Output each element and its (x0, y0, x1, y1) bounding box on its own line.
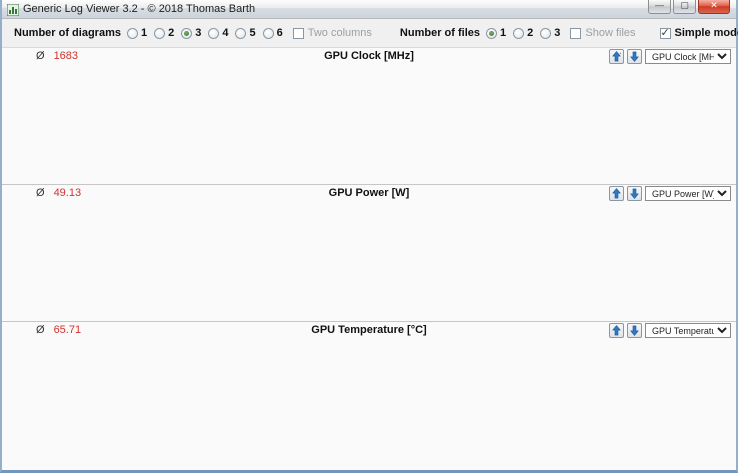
close-button[interactable]: ✕ (698, 0, 730, 14)
two-columns-checkbox[interactable] (292, 27, 304, 39)
radio-option-5[interactable]: 5 (235, 27, 256, 39)
chart-panel-gpu-power: Ø 49.13 GPU Power [W] 0102030405000:0000… (2, 185, 736, 322)
minimize-icon: — (655, 0, 664, 10)
file-count-radio-group: 1 2 3 (486, 27, 560, 39)
radio-option-4[interactable]: 4 (208, 27, 228, 39)
move-series-up-button[interactable]: 0102030405000:0000:0200:0400:0600:0800:1… (609, 186, 624, 201)
move-series-up-button[interactable]: 01020304050607000:0000:0200:0400:0600:08… (609, 323, 624, 338)
chart-panel-gpu-temperature: Ø 65.71 GPU Temperature [°C] 01020304050… (2, 322, 736, 470)
average-value: 1683 (53, 50, 79, 62)
move-series-down-button[interactable] (627, 186, 642, 201)
series-selector[interactable]: GPU Temperature [°C] (645, 323, 731, 338)
gpu-temperature-chart (2, 339, 734, 470)
gpu-clock-chart (2, 65, 734, 184)
charts-container: Ø 1683 GPU Clock [MHz] 05001000150000:00… (2, 48, 736, 470)
chart-header: Ø 65.71 GPU Temperature [°C] 01020304050… (2, 322, 736, 339)
toolbar: Number of diagrams 1 2 3 4 5 6 Two columns Nu… (2, 19, 738, 48)
radio-icon[interactable] (540, 27, 552, 39)
minimize-button[interactable]: — (648, 0, 671, 14)
radio-icon[interactable] (126, 27, 138, 39)
window-title: Generic Log Viewer 3.2 - © 2018 Thomas B… (23, 3, 256, 15)
two-columns-checkbox-item[interactable]: Two columns (292, 27, 372, 39)
radio-option-3[interactable]: 3 (540, 27, 560, 39)
radio-label: 3 (554, 27, 561, 39)
radio-option-2[interactable]: 2 (513, 27, 533, 39)
radio-icon[interactable] (486, 27, 497, 39)
series-selector[interactable]: GPU Clock [MHz] (645, 49, 731, 64)
app-logo-icon (6, 3, 20, 17)
chart-panel-gpu-clock: Ø 1683 GPU Clock [MHz] 05001000150000:00… (2, 48, 736, 185)
radio-option-6[interactable]: 6 (262, 27, 283, 39)
radio-label: 4 (222, 27, 229, 39)
simple-mode-checkbox-item[interactable]: Simple mode (659, 26, 738, 39)
radio-label: 6 (276, 27, 283, 39)
radio-icon[interactable] (513, 27, 525, 39)
radio-option-1[interactable]: 1 (126, 27, 148, 39)
radio-icon[interactable] (181, 27, 193, 39)
average-symbol: Ø (36, 187, 45, 199)
gpu-power-chart (2, 202, 734, 321)
radio-icon[interactable] (208, 27, 220, 39)
move-series-down-button[interactable] (627, 49, 642, 64)
series-selector[interactable]: GPU Power [W] (645, 186, 731, 201)
maximize-icon: ▢ (680, 0, 689, 10)
move-series-up-button[interactable]: 05001000150000:0000:0200:0400:0600:0800:… (609, 49, 624, 64)
radio-option-1[interactable]: 1 (486, 27, 506, 39)
radio-label: 1 (140, 27, 148, 39)
radio-option-3[interactable]: 3 (181, 27, 201, 39)
average-value: 49.13 (53, 187, 82, 199)
radio-label: 2 (168, 27, 175, 39)
average-symbol: Ø (36, 50, 45, 62)
title-bar: Generic Log Viewer 3.2 - © 2018 Thomas B… (2, 0, 736, 19)
radio-label: 5 (249, 27, 256, 39)
simple-mode-checkbox[interactable] (659, 26, 671, 39)
number-of-files-label: Number of files (399, 27, 480, 39)
show-files-checkbox[interactable] (570, 27, 582, 39)
radio-label: 3 (195, 27, 202, 39)
diagram-count-radio-group: 1 2 3 4 5 6 (126, 27, 283, 39)
show-files-checkbox-item[interactable]: Show files (570, 27, 636, 39)
move-series-down-button[interactable] (627, 323, 642, 338)
radio-icon[interactable] (262, 27, 274, 39)
radio-label: 2 (527, 27, 534, 39)
close-icon: ✕ (710, 0, 718, 10)
radio-icon[interactable] (154, 27, 166, 39)
svg-text:1500: 1500 (619, 51, 621, 55)
chart-header: Ø 1683 GPU Clock [MHz] 05001000150000:00… (2, 48, 736, 65)
chart-header: Ø 49.13 GPU Power [W] 0102030405000:0000… (2, 185, 736, 202)
number-of-diagrams-label: Number of diagrams (14, 27, 121, 39)
maximize-button[interactable]: ▢ (673, 0, 696, 14)
radio-label: 1 (500, 27, 507, 39)
average-symbol: Ø (36, 324, 45, 336)
show-files-label: Show files (585, 27, 636, 39)
two-columns-label: Two columns (307, 27, 372, 39)
radio-icon[interactable] (235, 27, 247, 39)
app-window: Generic Log Viewer 3.2 - © 2018 Thomas B… (0, 0, 738, 473)
average-value: 65.71 (53, 324, 82, 336)
radio-option-2[interactable]: 2 (154, 27, 174, 39)
simple-mode-label: Simple mode (674, 27, 738, 39)
